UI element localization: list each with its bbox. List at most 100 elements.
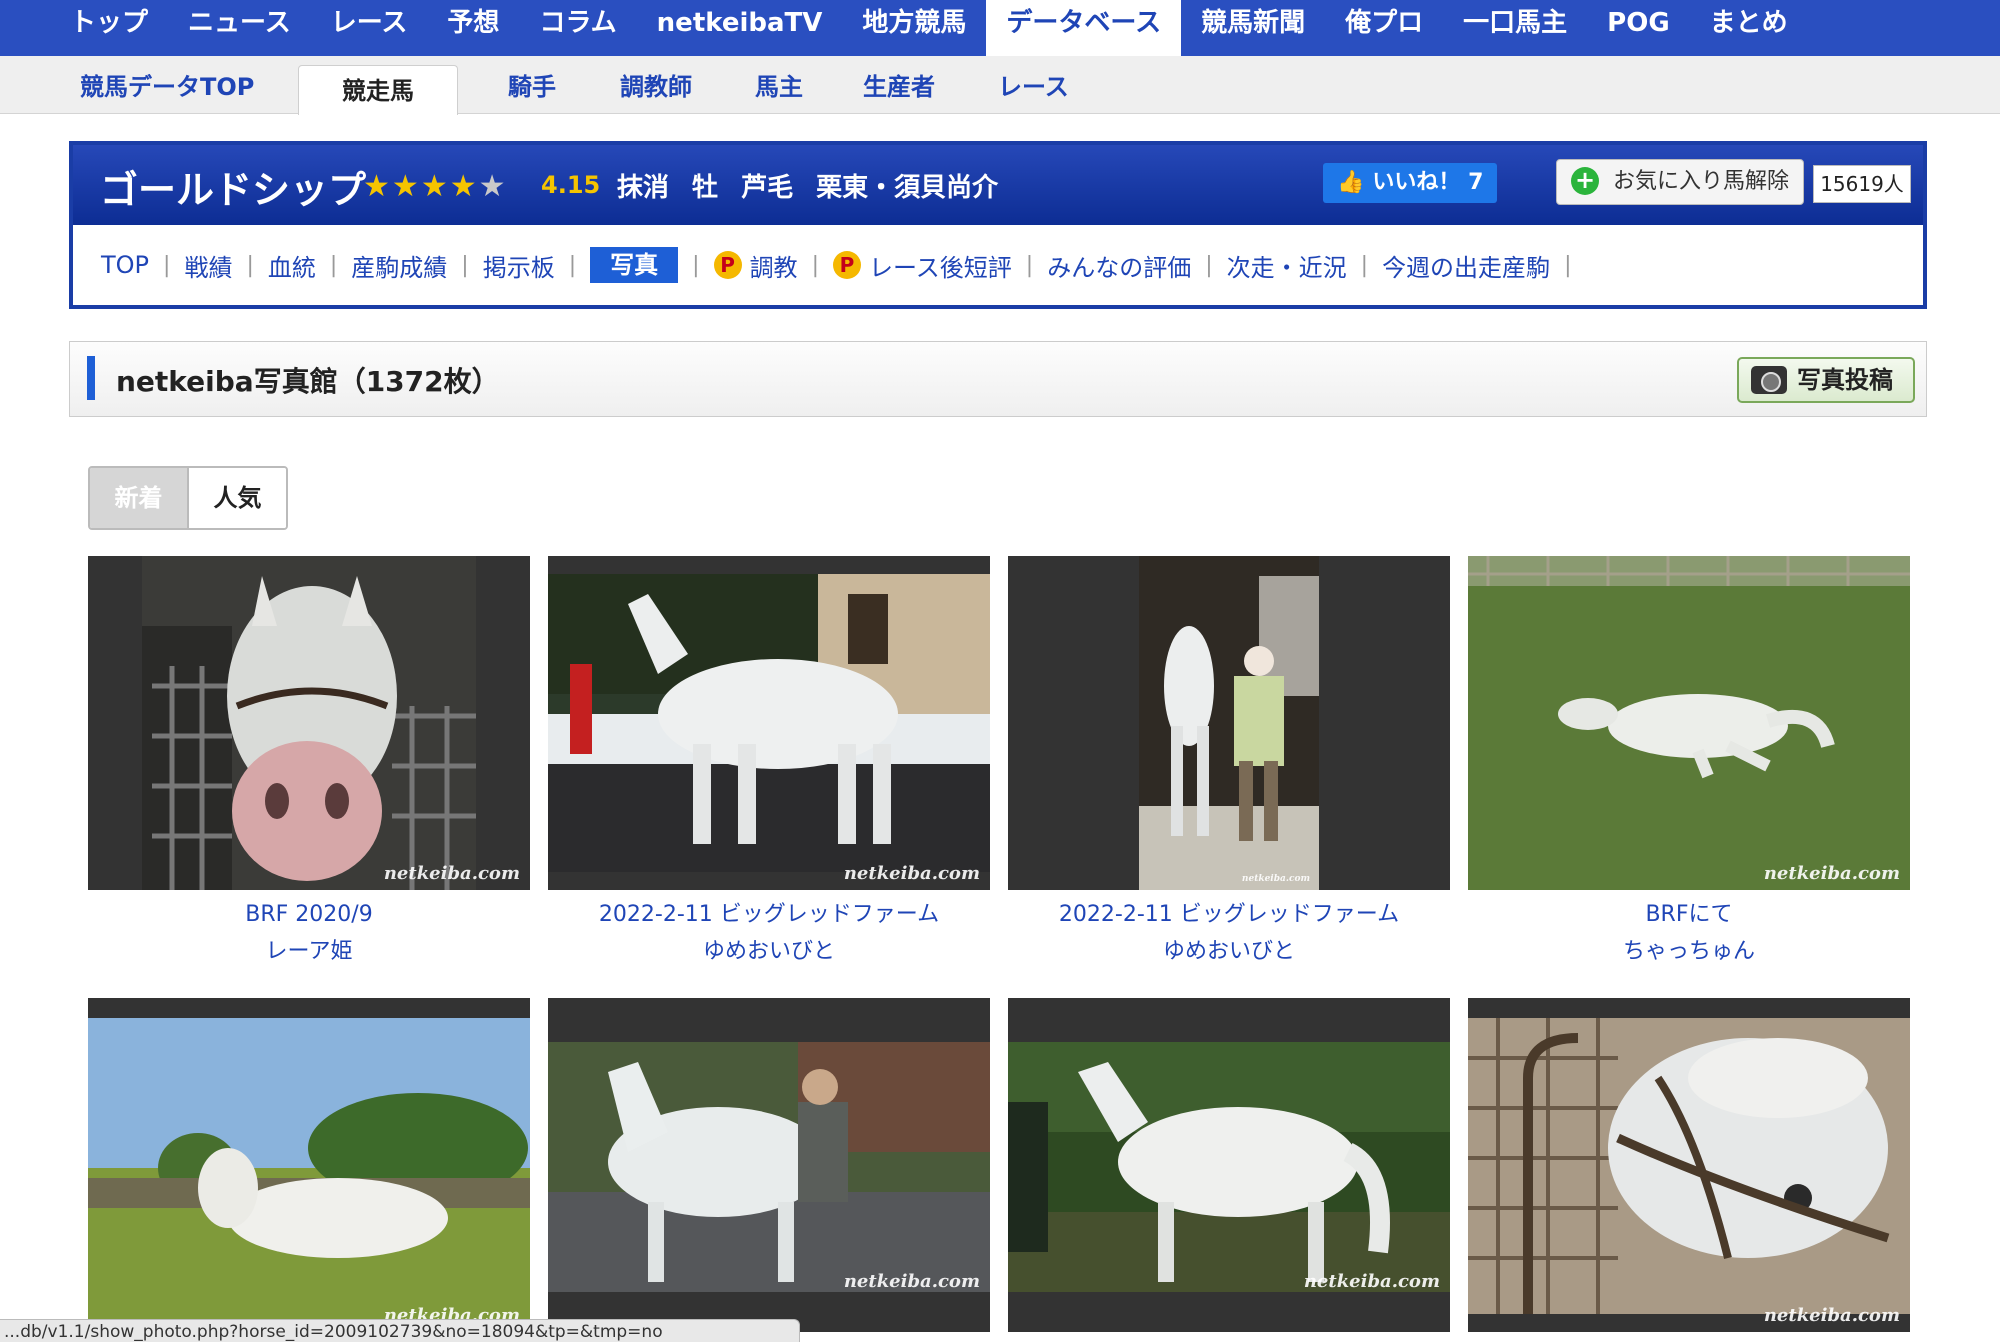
title-accent-bar [87,356,95,400]
photo-thumbnail[interactable]: netkeiba.com [548,998,990,1332]
camera-icon [1751,366,1787,394]
horse-tab[interactable]: TOP [101,251,149,279]
global-nav-item[interactable]: POG [1587,0,1690,56]
horse-tab[interactable]: 次走・近況 [1227,248,1347,283]
photo-caption-line2: ゆめおいびと [1162,939,1295,964]
tab-separator: | [329,252,338,278]
photo-caption[interactable]: BRF 2020/9 レーア姫 [88,896,530,970]
horse-photo [1468,556,1910,890]
horse-header: ゴールドシップ ★★★★★ 4.15 抹消 牡 芦毛 栗東・須貝尚介 👍 いいね！… [73,145,1923,225]
global-nav-item[interactable]: 地方競馬 [842,0,986,56]
photo-caption-line1: 2022-2-11 ビッグレッドファーム [598,902,940,927]
rating-stars: ★★★★★ [363,169,508,204]
database-sub-nav: 競馬データTOP 競走馬 騎手 調教師 馬主 生産者 レース [0,56,2000,115]
photo-caption-line1: BRF 2020/9 [245,902,373,927]
browser-status-url: ...db/v1.1/show_photo.php?horse_id=20091… [0,1319,800,1342]
horse-tab-label: 戦績 [184,253,233,282]
star-icon: ★ [478,169,508,204]
global-nav-item[interactable]: トップ [50,0,168,56]
horse-tab[interactable]: 今週の出走産駒 [1382,248,1550,283]
watermark: netkeiba.com [1303,1271,1440,1292]
horse-tab[interactable]: P レース後短評 [832,248,1012,283]
tab-separator: | [461,252,469,278]
global-nav-item[interactable]: コラム [519,0,636,56]
global-nav-item[interactable]: 予想 [427,0,519,56]
horse-photo [548,574,990,872]
horse-photo [548,1042,990,1292]
tab-separator: | [1205,252,1213,278]
global-nav-item[interactable]: 競馬新聞 [1181,0,1325,56]
photo-caption-line2: ゆめおいびと [702,939,835,964]
sub-nav-item[interactable]: 騎手 [508,56,556,114]
horse-photo [88,1018,530,1332]
thumbs-up-icon: 👍 [1337,170,1365,195]
photo-caption[interactable]: 2022-2-11 ビッグレッドファーム ゆめおいびと [548,896,990,970]
photo-thumbnail[interactable]: netkeiba.com [1008,556,1450,890]
favorite-remove-button[interactable]: + お気に入り馬解除 [1556,159,1804,205]
horse-tab[interactable]: P 調教 [713,248,798,283]
global-nav-item[interactable]: 俺プロ [1325,0,1443,56]
horse-tab[interactable]: みんなの評価 [1047,248,1191,283]
star-icon: ★ [391,169,421,204]
sort-toggle: 新着 人気 [88,466,288,530]
horse-tab-label: 調教 [749,253,798,282]
tab-separator: | [1360,252,1369,278]
global-nav: トップ ニュース レース 予想 コラム netkeibaTV 地方競馬 データベース 競馬新聞俺… [0,0,2000,56]
sort-new-button[interactable]: 新着 [90,468,187,528]
sub-nav-item[interactable]: 調教師 [620,56,692,114]
like-button[interactable]: 👍 いいね！ 7 [1323,163,1497,203]
tab-separator: | [568,252,577,278]
horse-tab[interactable]: 産駒成績 [351,248,447,283]
tab-separator: | [163,252,171,278]
horse-name: ゴールドシップ [100,168,367,212]
star-icon: ★ [420,169,450,204]
gallery-header: netkeiba写真館（1372枚） 写真投稿 [69,341,1927,417]
horse-tab-label: 産駒成績 [351,253,448,282]
photo-caption-line2: ちゃっちゅん [1622,939,1755,964]
watermark: netkeiba.com [1763,1305,1900,1326]
horse-photo [1008,1042,1450,1292]
horse-meta: 抹消 牡 芦毛 栗東・須貝尚介 [617,173,999,203]
horse-tab[interactable]: 戦績 [184,248,232,283]
horse-tab[interactable]: 写真 [590,247,679,283]
tab-separator: | [811,252,819,278]
photo-thumbnail[interactable]: netkeiba.com [548,556,990,890]
global-nav-item[interactable]: レース [311,0,428,56]
post-photo-button[interactable]: 写真投稿 [1737,357,1915,403]
photo-thumbnail[interactable]: netkeiba.com [1468,998,1910,1332]
global-nav-item[interactable]: netkeibaTV [637,0,843,56]
horse-photo [142,556,476,890]
horse-tab[interactable]: 掲示板 [483,248,555,283]
gallery-title: netkeiba写真館（1372枚） [116,365,500,398]
horse-photo [1139,556,1319,890]
photo-caption[interactable]: 2022-2-11 ビッグレッドファーム ゆめおいびと [1008,896,1450,970]
photo-thumbnail[interactable]: netkeiba.com [88,998,530,1332]
photo-thumbnail[interactable]: netkeiba.com [1468,556,1910,890]
watermark: netkeiba.com [1763,863,1900,884]
pin-icon: + [1571,167,1599,195]
photo-caption[interactable]: BRFにて ちゃっちゅん [1468,896,1910,970]
sub-nav-item[interactable]: レース [998,56,1069,114]
sub-nav-item[interactable]: 競馬データTOP [80,56,254,114]
photo-thumbnail[interactable]: netkeiba.com [1008,998,1450,1332]
global-nav-item[interactable]: ニュース [168,0,311,56]
photo-thumbnail[interactable]: netkeiba.com [88,556,530,890]
rating-value: 4.15 [541,171,601,199]
sort-popular-button[interactable]: 人気 [187,468,286,528]
horse-info-box: ゴールドシップ ★★★★★ 4.15 抹消 牡 芦毛 栗東・須貝尚介 👍 いいね！… [69,141,1927,309]
favorite-label: お気に入り馬解除 [1613,169,1790,194]
horse-tab-label: 次走・近況 [1226,253,1347,282]
star-icon: ★ [449,169,479,204]
horse-tab-label: 血統 [267,253,316,282]
sub-nav-item[interactable]: 馬主 [755,56,803,114]
sub-nav-item[interactable]: 競走馬 [298,65,458,115]
horse-tabs: TOP | 戦績 | 血統 | 産駒成績 | 掲示板 | 写真 | P 調教 | P レース後短評 | みんなの評価… [73,225,1923,305]
horse-tab-label: みんなの評価 [1047,253,1192,282]
horse-tab-label: TOP [101,251,150,279]
horse-tab-label: 写真 [610,251,659,279]
horse-tab[interactable]: 血統 [268,248,316,283]
global-nav-item[interactable]: まとめ [1690,0,1808,56]
global-nav-item[interactable]: データベース [986,0,1182,56]
global-nav-item[interactable]: 一口馬主 [1443,0,1587,56]
sub-nav-item[interactable]: 生産者 [863,56,935,114]
